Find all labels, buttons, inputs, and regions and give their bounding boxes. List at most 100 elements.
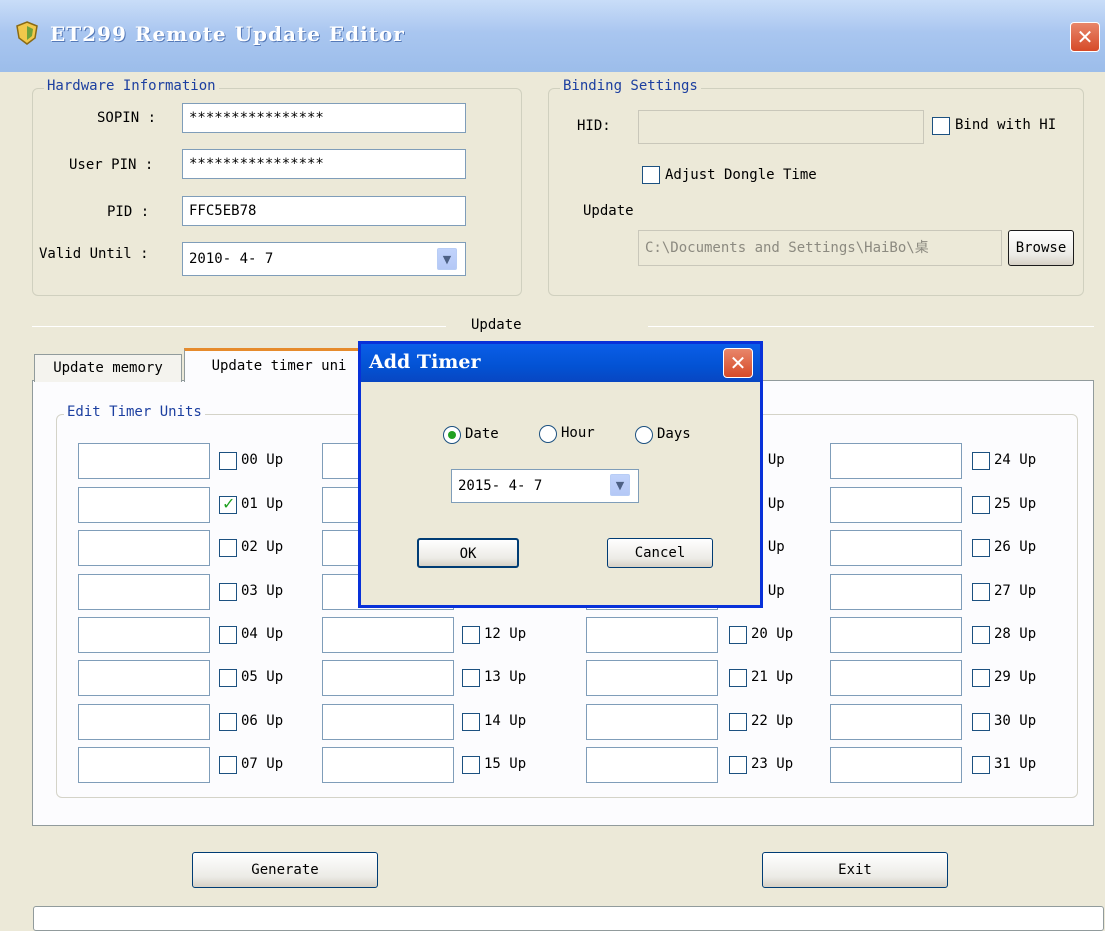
timer-unit-checkbox[interactable] (462, 669, 480, 687)
binding-settings-legend: Binding Settings (560, 78, 701, 94)
timer-unit-label: 24 Up (994, 452, 1037, 468)
timer-unit-field[interactable] (586, 747, 718, 783)
timer-unit-field[interactable] (322, 747, 454, 783)
timer-unit-checkbox[interactable] (729, 756, 747, 774)
timer-unit-field[interactable] (78, 443, 210, 479)
hardware-info-legend: Hardware Information (44, 78, 219, 94)
radio-hour[interactable] (539, 425, 557, 443)
timer-unit-checkbox[interactable] (972, 669, 990, 687)
timer-unit-field[interactable] (78, 487, 210, 523)
tab-update-memory[interactable]: Update memory (34, 354, 182, 382)
adjust-dongle-time-checkbox[interactable] (642, 166, 660, 184)
generate-button[interactable]: Generate (192, 852, 378, 888)
timer-date-picker[interactable]: 2015- 4- 7 ▼ (451, 469, 639, 503)
timer-unit-checkbox[interactable] (972, 756, 990, 774)
browse-button[interactable]: Browse (1008, 230, 1074, 266)
sopin-field[interactable]: **************** (182, 103, 466, 133)
radio-date[interactable] (443, 426, 461, 444)
timer-unit-field[interactable] (830, 487, 962, 523)
user-pin-label: User PIN : (69, 157, 154, 173)
chevron-down-icon[interactable]: ▼ (437, 248, 457, 270)
close-window-button[interactable]: ✕ (1070, 22, 1100, 52)
timer-unit-field[interactable] (830, 747, 962, 783)
timer-unit-checkbox[interactable] (729, 669, 747, 687)
timer-unit-checkbox[interactable] (972, 713, 990, 731)
timer-unit-field[interactable] (830, 617, 962, 653)
add-timer-dialog: Add Timer ✕ Date Hour Days 2015- 4- 7 ▼ … (358, 341, 763, 608)
timer-unit-checkbox[interactable] (219, 583, 237, 601)
timer-unit-field[interactable] (78, 704, 210, 740)
valid-until-value: 2010- 4- 7 (189, 251, 274, 267)
timer-unit-checkbox[interactable] (729, 626, 747, 644)
timer-unit-checkbox[interactable] (219, 756, 237, 774)
timer-unit-label: 14 Up (484, 713, 527, 729)
sopin-label: SOPIN : (97, 110, 157, 126)
hid-field[interactable] (638, 110, 924, 144)
dialog-close-button[interactable]: ✕ (723, 348, 753, 378)
tab-update-timer-units[interactable]: Update timer uni (184, 348, 374, 382)
radio-days-label: Days (657, 426, 691, 442)
pid-field[interactable]: FFC5EB78 (182, 196, 466, 226)
timer-unit-field[interactable] (586, 704, 718, 740)
update-path-field[interactable]: C:\Documents and Settings\HaiBo\桌 (638, 230, 1002, 266)
timer-unit-field[interactable] (78, 660, 210, 696)
hid-label: HID: (577, 118, 611, 134)
timer-unit-label: 30 Up (994, 713, 1037, 729)
valid-until-label: Valid Until : (39, 246, 149, 262)
ok-button[interactable]: OK (417, 538, 519, 568)
timer-unit-label: 23 Up (751, 756, 794, 772)
timer-unit-checkbox[interactable] (972, 626, 990, 644)
timer-unit-checkbox[interactable] (972, 452, 990, 470)
timer-unit-label: 28 Up (994, 626, 1037, 642)
timer-unit-label: 20 Up (751, 626, 794, 642)
timer-unit-checkbox[interactable] (219, 713, 237, 731)
timer-unit-checkbox[interactable] (972, 496, 990, 514)
timer-unit-field[interactable] (586, 617, 718, 653)
edit-timer-units-legend: Edit Timer Units (64, 404, 205, 420)
timer-unit-label: 15 Up (484, 756, 527, 772)
timer-unit-label: 07 Up (241, 756, 284, 772)
timer-unit-label: 01 Up (241, 496, 284, 512)
timer-unit-field[interactable] (830, 660, 962, 696)
timer-unit-field[interactable] (830, 443, 962, 479)
timer-unit-checkbox[interactable] (219, 626, 237, 644)
valid-until-datepicker[interactable]: 2010- 4- 7 ▼ (182, 242, 466, 276)
timer-unit-field[interactable] (830, 704, 962, 740)
add-timer-title: Add Timer (369, 351, 481, 373)
timer-unit-checkbox[interactable] (462, 626, 480, 644)
timer-unit-checkbox[interactable] (219, 494, 237, 514)
timer-unit-field[interactable] (78, 747, 210, 783)
timer-unit-field[interactable] (78, 574, 210, 610)
timer-unit-checkbox[interactable] (462, 713, 480, 731)
timer-unit-field[interactable] (322, 660, 454, 696)
timer-unit-checkbox[interactable] (972, 583, 990, 601)
timer-unit-checkbox[interactable] (462, 756, 480, 774)
chevron-down-icon[interactable]: ▼ (610, 474, 630, 496)
timer-unit-field[interactable] (830, 530, 962, 566)
bind-with-hid-checkbox[interactable] (932, 117, 950, 135)
timer-unit-field[interactable] (322, 617, 454, 653)
timer-unit-label: 26 Up (994, 539, 1037, 555)
timer-unit-checkbox[interactable] (729, 713, 747, 731)
timer-unit-label: 00 Up (241, 452, 284, 468)
timer-unit-field[interactable] (586, 660, 718, 696)
title-bar[interactable]: ET299 Remote Update Editor ✕ (0, 0, 1105, 72)
radio-date-label: Date (465, 426, 499, 442)
radio-days[interactable] (635, 426, 653, 444)
timer-unit-checkbox[interactable] (972, 539, 990, 557)
adjust-dongle-time-label: Adjust Dongle Time (665, 167, 817, 183)
timer-unit-label: 03 Up (241, 583, 284, 599)
timer-unit-label: 22 Up (751, 713, 794, 729)
timer-unit-checkbox[interactable] (219, 539, 237, 557)
timer-unit-field[interactable] (830, 574, 962, 610)
timer-unit-checkbox[interactable] (219, 452, 237, 470)
timer-unit-label: 25 Up (994, 496, 1037, 512)
cancel-button[interactable]: Cancel (607, 538, 713, 568)
timer-unit-field[interactable] (78, 617, 210, 653)
add-timer-title-bar[interactable]: Add Timer ✕ (361, 344, 760, 382)
timer-unit-field[interactable] (78, 530, 210, 566)
user-pin-field[interactable]: **************** (182, 149, 466, 179)
timer-unit-checkbox[interactable] (219, 669, 237, 687)
exit-button[interactable]: Exit (762, 852, 948, 888)
timer-unit-field[interactable] (322, 704, 454, 740)
